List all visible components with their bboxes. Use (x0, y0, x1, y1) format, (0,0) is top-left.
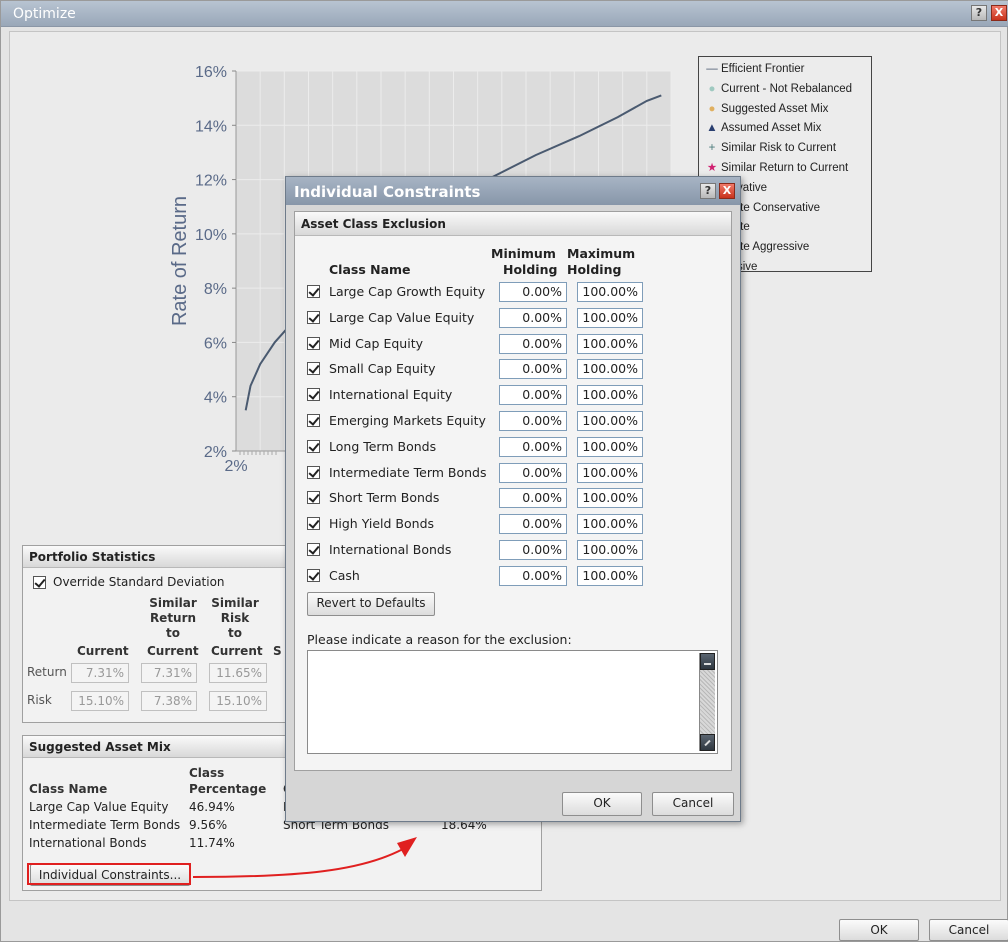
scroll-up-icon[interactable] (700, 653, 715, 670)
include-checkbox[interactable] (307, 568, 320, 582)
minimum-holding-input[interactable]: 0.00% (499, 436, 567, 457)
maximum-holding-input[interactable]: 100.00% (577, 282, 643, 302)
class-name: Cash (329, 567, 360, 583)
dialog-help-icon[interactable]: ? (700, 183, 716, 199)
include-checkbox[interactable] (307, 517, 320, 531)
asset-class-exclusion-title: Asset Class Exclusion (295, 212, 731, 236)
dialog-title: Individual Constraints (294, 183, 481, 201)
minimum-holding-input[interactable]: 0.00% (499, 333, 567, 354)
reason-label: Please indicate a reason for the exclusi… (307, 632, 572, 647)
revert-to-defaults-button[interactable]: Revert to Defaults (307, 592, 435, 616)
minimum-holding-input[interactable]: 0.00% (499, 488, 567, 509)
maximum-holding-input[interactable]: 100.00% (577, 411, 643, 431)
constraint-row: Cash 0.00% 100.00% (307, 564, 717, 588)
minimum-holding-input[interactable]: 0.00% (499, 565, 567, 586)
include-checkbox[interactable] (307, 543, 320, 556)
class-name: Short Term Bonds (329, 490, 440, 506)
reason-scrollbar[interactable] (699, 653, 715, 751)
class-name: International Equity (329, 387, 453, 403)
constraint-row: Long Term Bonds 0.00% 100.00% (307, 435, 717, 459)
dialog-ok-button[interactable]: OK (562, 792, 642, 816)
class-name: Large Cap Growth Equity (329, 284, 486, 299)
constraint-row: Small Cap Equity 0.00% 100.00% (307, 357, 717, 381)
minimum-holding-input[interactable]: 0.00% (499, 411, 567, 431)
include-checkbox[interactable] (307, 465, 320, 479)
maximum-holding-input[interactable]: 100.00% (577, 385, 643, 406)
cancel-button[interactable]: Cancel (929, 919, 1008, 941)
include-checkbox[interactable] (307, 285, 320, 298)
constraint-row: Short Term Bonds 0.00% 100.00% (307, 486, 717, 510)
dialog-cancel-button[interactable]: Cancel (652, 792, 734, 816)
asset-class-exclusion-panel: Asset Class Exclusion Class Name Minimum… (294, 211, 732, 771)
maximum-holding-input[interactable]: 100.00% (577, 565, 643, 586)
include-checkbox[interactable] (307, 388, 320, 402)
class-name: Emerging Markets Equity (329, 413, 486, 428)
constraint-row: International Equity 0.00% 100.00% (307, 383, 717, 407)
col-minimum-header: Minimum (491, 246, 556, 261)
maximum-holding-input[interactable]: 100.00% (577, 540, 643, 560)
minimum-holding-input[interactable]: 0.00% (499, 385, 567, 406)
include-checkbox[interactable] (307, 414, 320, 427)
constraint-row: High Yield Bonds 0.00% 100.00% (307, 512, 717, 536)
dialog-close-icon[interactable]: X (719, 183, 735, 199)
annotation-arrow-head (397, 837, 417, 857)
minimum-holding-input[interactable]: 0.00% (499, 359, 567, 380)
class-name: Mid Cap Equity (329, 335, 423, 351)
class-name: International Bonds (329, 542, 452, 557)
include-checkbox[interactable] (307, 310, 320, 324)
constraint-row: International Bonds 0.00% 100.00% (307, 538, 717, 562)
class-name: Intermediate Term Bonds (329, 464, 487, 480)
reason-textarea[interactable] (307, 650, 718, 754)
maximum-holding-input[interactable]: 100.00% (577, 462, 643, 483)
minimum-holding-input[interactable]: 0.00% (499, 540, 567, 560)
maximum-holding-input[interactable]: 100.00% (577, 436, 643, 457)
annotation-arrow-curve (192, 848, 404, 878)
constraint-row: Large Cap Value Equity 0.00% 100.00% (307, 306, 717, 330)
col-minimum-holding-header: Holding (503, 262, 558, 277)
individual-constraints-dialog: Individual Constraints ? X Asset Class E… (285, 176, 741, 822)
minimum-holding-input[interactable]: 0.00% (499, 462, 567, 483)
class-name: Long Term Bonds (329, 438, 437, 454)
maximum-holding-input[interactable]: 100.00% (577, 359, 643, 380)
ok-button[interactable]: OK (839, 919, 919, 941)
maximum-holding-input[interactable]: 100.00% (577, 333, 643, 354)
include-checkbox[interactable] (307, 491, 320, 505)
constraint-row: Intermediate Term Bonds 0.00% 100.00% (307, 461, 717, 485)
minimum-holding-input[interactable]: 0.00% (499, 514, 567, 535)
scroll-down-icon[interactable] (700, 734, 715, 751)
class-name: Large Cap Value Equity (329, 309, 475, 325)
maximum-holding-input[interactable]: 100.00% (577, 307, 643, 328)
col-maximum-header: Maximum (567, 246, 636, 261)
maximum-holding-input[interactable]: 100.00% (577, 488, 643, 509)
col-maximum-holding-header: Holding (567, 262, 622, 277)
dialog-titlebar[interactable]: Individual Constraints ? X (286, 177, 740, 205)
minimum-holding-input[interactable]: 0.00% (499, 282, 567, 302)
include-checkbox[interactable] (307, 362, 320, 376)
class-name: High Yield Bonds (329, 516, 435, 532)
constraint-row: Large Cap Growth Equity 0.00% 100.00% (307, 280, 717, 304)
include-checkbox[interactable] (307, 336, 320, 350)
class-name: Small Cap Equity (329, 361, 436, 377)
constraint-row: Mid Cap Equity 0.00% 100.00% (307, 332, 717, 356)
maximum-holding-input[interactable]: 100.00% (577, 514, 643, 535)
include-checkbox[interactable] (307, 439, 320, 453)
col-class-name-header: Class Name (329, 262, 411, 277)
minimum-holding-input[interactable]: 0.00% (499, 307, 567, 328)
constraint-row: Emerging Markets Equity 0.00% 100.00% (307, 409, 717, 433)
